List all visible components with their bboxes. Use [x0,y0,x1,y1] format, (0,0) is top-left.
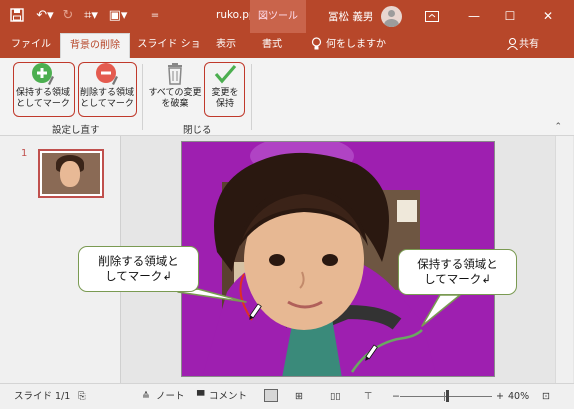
group-label-close: 閉じる [183,125,212,136]
discard-label-1: すべての変更 [148,88,202,98]
tab-view[interactable]: 表示 [208,33,244,58]
close-button[interactable]: ✕ [530,0,566,33]
presentation-icon[interactable]: ▣▾ [106,8,130,24]
group-divider [251,64,252,130]
tab-format[interactable]: 書式 [252,33,292,58]
maximize-button[interactable]: ☐ [492,0,528,33]
title-bar: ↶▾ ↻ ⌗▾ ▣▾ = ruko.ppt… 図ツール 冨松 義男 — ☐ ✕ [0,0,574,33]
notes-icon[interactable]: ≙ [142,390,150,403]
tell-me-input[interactable]: 何をしますか [326,33,386,58]
callout-keep-line2: してマーク↲ [424,272,491,286]
customize-toolbar-icon[interactable]: = [150,8,160,24]
highlight-outline-keep [13,62,75,117]
tab-file[interactable]: ファイル [10,33,52,58]
fit-to-window-icon[interactable]: ⊡ [542,390,550,403]
share-button[interactable]: 共有 [519,33,545,58]
spellcheck-icon[interactable]: ⎘ [78,390,86,403]
minimize-button[interactable]: — [456,0,492,33]
normal-view-icon[interactable] [264,389,278,402]
highlight-outline-keep-changes [204,62,245,117]
trash-icon [168,63,182,85]
callout-mark-keep: 保持する領域と してマーク↲ [398,249,517,295]
person-icon [505,33,519,58]
tab-slideshow[interactable]: スライド ショー [136,33,202,73]
ribbon: 保持する領域 としてマーク 削除する領域 としてマーク 設定し直す すべての変更… [0,58,574,136]
slideshow-icon[interactable]: ⊤ [364,390,372,403]
tab-background-removal[interactable]: 背景の削除 [60,33,130,58]
ribbon-display-icon[interactable] [414,0,450,33]
zoom-in-button[interactable]: + [496,390,504,403]
touch-mode-icon[interactable]: ⌗▾ [80,8,102,24]
notes-button[interactable]: ノート [156,390,185,403]
slide-thumbnail[interactable] [38,149,104,198]
context-tab-picture-tools: 図ツール [250,0,306,33]
discard-all-changes-button[interactable]: すべての変更 を破棄 [146,60,204,118]
save-icon[interactable] [9,8,25,24]
comments-button[interactable]: コメント [209,390,247,403]
undo-icon[interactable]: ↶▾ [34,8,56,24]
callout-remove-line2: してマーク↲ [105,269,172,283]
discard-label-2: を破棄 [161,99,189,109]
highlight-outline-remove [78,62,137,117]
callout-keep-line1: 保持する領域と [417,257,498,271]
reading-view-icon[interactable]: ▯▯ [330,390,340,403]
callout-remove-line1: 削除する領域と [98,254,179,268]
slide-number: 1 [21,148,28,159]
slide-sorter-icon[interactable]: ⊞ [295,390,303,403]
slide-counter: スライド 1/1 [14,391,71,402]
comments-icon[interactable]: ▀ [197,390,204,403]
ribbon-tabs: ファイル 背景の削除 スライド ショー 表示 書式 何をしますか 共有 [0,33,574,73]
vertical-scrollbar[interactable] [555,136,573,383]
avatar[interactable] [381,6,402,27]
zoom-slider-center-mark [444,392,445,401]
zoom-slider-thumb[interactable] [446,390,449,402]
lightbulb-icon [306,33,326,58]
zoom-level[interactable]: 40% [508,390,529,403]
collapse-ribbon-icon[interactable]: ⌃ [554,122,562,132]
status-bar: スライド 1/1 ⎘ ≙ ノート ▀ コメント ⊞ ▯▯ ⊤ − + 40% ⊡ [0,383,574,409]
group-divider [142,64,143,130]
zoom-out-button[interactable]: − [392,390,400,403]
user-name[interactable]: 冨松 義男 [328,9,373,24]
redo-icon[interactable]: ↻ [60,8,76,24]
callout-mark-remove: 削除する領域と してマーク↲ [78,246,199,292]
thumbnail-photo [42,153,100,194]
group-label-refine: 設定し直す [52,125,100,136]
